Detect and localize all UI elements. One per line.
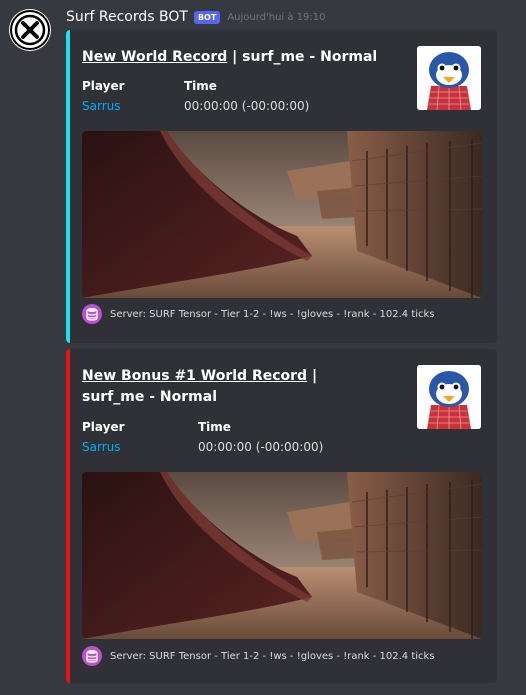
bonus-record-embed: New Bonus #1 World Record | surf_me - No… [66,349,497,683]
bot-badge: BOT [193,10,221,24]
penguin-avatar-icon [417,365,481,429]
player-link[interactable]: Sarrus [82,96,125,116]
surf-map-image [82,131,482,298]
surf-map-image [82,472,482,639]
embed-thumbnail[interactable] [417,365,481,429]
embed-title: New World Record | surf_me - Normal [82,47,378,68]
field-name: Player [82,420,125,434]
database-icon [82,646,102,666]
author-name[interactable]: Surf Records BOT [66,9,188,25]
database-icon [82,304,102,324]
field-player: Player Sarrus [82,76,125,116]
field-time: Time 00:00:00 (-00:00:00) [198,417,323,457]
embed-title-text: | surf_me - Normal [227,49,378,65]
message-header: Surf Records BOT BOT Aujourd'hui à 19:10 [66,7,326,27]
penguin-avatar-icon [417,46,481,110]
embed-title-link[interactable]: New World Record [82,49,227,65]
player-link[interactable]: Sarrus [82,437,125,457]
embed-footer: Server: SURF Tensor - Tier 1-2 - !ws - !… [82,304,435,324]
embed-thumbnail[interactable] [417,46,481,110]
embed-footer: Server: SURF Tensor - Tier 1-2 - !ws - !… [82,646,435,666]
field-time: Time 00:00:00 (-00:00:00) [184,76,309,116]
message-timestamp: Aujourd'hui à 19:10 [227,11,326,23]
embed-image[interactable] [82,472,482,639]
footer-text: Server: SURF Tensor - Tier 1-2 - !ws - !… [110,650,435,662]
footer-text: Server: SURF Tensor - Tier 1-2 - !ws - !… [110,308,435,320]
embed-image[interactable] [82,131,482,298]
record-embed: New World Record | surf_me - Normal Play… [66,30,497,343]
field-name: Player [82,79,125,93]
bot-avatar[interactable] [9,9,51,51]
close-circle-icon [10,10,50,50]
field-name: Time [198,420,231,434]
embed-title-link[interactable]: New Bonus #1 World Record [82,368,307,384]
embed-title: New Bonus #1 World Record | surf_me - No… [82,366,378,408]
field-player: Player Sarrus [82,417,125,457]
field-value: 00:00:00 (-00:00:00) [198,440,324,454]
field-value: 00:00:00 (-00:00:00) [184,99,310,113]
field-name: Time [184,79,217,93]
